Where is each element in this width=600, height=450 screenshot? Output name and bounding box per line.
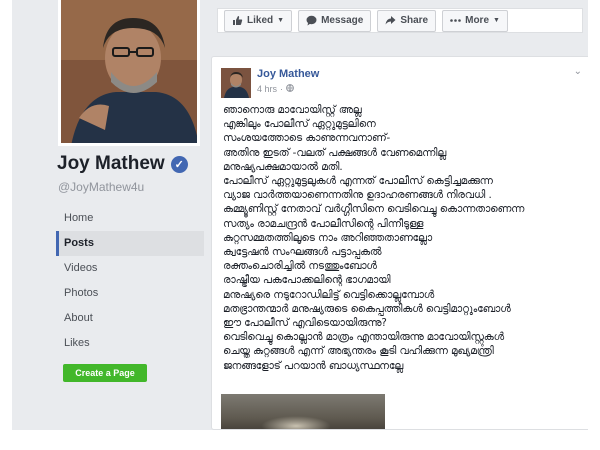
nav-item-home[interactable]: Home [56,206,204,231]
nav-item-likes[interactable]: Likes [56,331,204,356]
chevron-down-icon: ▼ [277,17,285,24]
post-line: വ്യാജ വാർത്തയാണെന്നതിനു ഉദാഹരണങ്ങൾ നിരവധ… [223,189,492,202]
nav-item-photos[interactable]: Photos [56,281,204,306]
nav-item-posts[interactable]: Posts [56,231,204,256]
page-action-bar: Liked ▼ Message Share More ▼ [217,8,583,33]
globe-icon [286,84,294,94]
avatar-image [221,68,251,98]
post-line: ഈ പോലീസ് എവിടെയായിരുന്നു? [223,317,387,330]
post-line: ജനങ്ങളോട് പറയാൻ ബാധ്യസ്ഥനല്ലേ [223,359,404,372]
page-handle: @JoyMathew4u [58,180,145,194]
chevron-down-icon: ▼ [493,17,500,24]
post-image[interactable] [221,394,385,429]
post-options-chevron-icon[interactable]: ⌄ [574,66,582,77]
post-meta: 4 hrs · [257,84,294,94]
post-line: ഞാനൊരു മാവോയിസ്റ്റ് അല്ല [223,104,362,116]
verified-badge-icon: ✓ [170,155,188,173]
thumbs-up-icon [232,15,243,26]
share-icon [385,15,396,26]
post-line: ചെയ്ത കുറ്റങ്ങൾ എന്ന് അഭ്യന്തരം കൂടി വഹി… [223,345,494,358]
message-button[interactable]: Message [298,9,372,32]
page-nav: Home Posts Videos Photos About Likes [56,206,204,356]
post-line: കമ്മ്യൂണിസ്റ്റ് നേതാവ് വർഗ്ഗീസിനെ വെടിവെ… [223,203,525,216]
post-timestamp[interactable]: 4 hrs [257,84,277,94]
post-line: എങ്കിലും പോലീസ് ഏറ്റുമുട്ടലിനെ [223,118,376,131]
share-label: Share [400,15,429,26]
post-line: മനുഷ്യപക്ഷമായാൽ മതി. [223,160,343,173]
post-line: രാഷ്ട്രീയ പകപോക്കലിന്റെ ഭാഗമായി [223,274,391,287]
message-label: Message [321,15,364,26]
post-line: മതഭ്രാന്തന്മാർ മനുഷ്യരുടെ കൈപ്പത്തികൾ വെ… [223,302,511,315]
more-dots-icon [450,15,461,26]
post-line: മനുഷ്യരെ നടുറോഡിലിട്ട് വെട്ടിക്കൊല്ലുമ്പ… [223,288,435,301]
post-line: വെടിവെച്ചു കൊല്ലാൻ മാത്രം എന്തായിരുന്നു … [223,331,504,344]
post-line: കുറ്റസമ്മതത്തിലൂടെ നാം അറിഞ്ഞതാണല്ലോ [223,231,433,244]
post-line: അതിനു ഇടത് -വലത് പക്ഷങ്ങൾ വേണമെന്നില്ല [223,146,447,159]
more-button[interactable]: More ▼ [442,9,508,32]
message-icon [306,15,317,26]
page-name-text[interactable]: Joy Mathew [57,153,165,175]
post-line: പോലീസ് ഏറ്റുമുട്ടലുകൾ എന്നത് പോലീസ് കെട്… [223,175,493,188]
avatar[interactable] [221,68,251,98]
nav-item-videos[interactable]: Videos [56,256,204,281]
profile-photo[interactable] [58,0,200,146]
nav-item-about[interactable]: About [56,306,204,331]
create-page-button[interactable]: Create a Page [63,364,147,382]
post-line: സംശയത്തോടെ കാണുന്നവനാണ്- [223,132,391,145]
liked-button[interactable]: Liked ▼ [224,9,293,32]
page-title[interactable]: Joy Mathew ✓ [57,153,188,175]
separator-dot: · [280,84,284,94]
post-line: സത്യം രാമചന്ദ്രൻ പോലീസിന്റെ പിന്നീടുള്ള [223,217,424,230]
post-line: രക്തംചൊരിച്ചിൽ നടത്തുംബോൾ [223,260,377,273]
post-card: Joy Mathew 4 hrs · ⌄ ഞാനൊരു മാവോയിസ്റ്റ്… [211,56,588,430]
profile-photo-image [61,0,197,143]
share-button[interactable]: Share [377,9,437,32]
post-author-link[interactable]: Joy Mathew [257,68,319,80]
more-label: More [465,15,490,26]
facebook-page: Joy Mathew ✓ @JoyMathew4u Home Posts Vid… [12,0,588,430]
post-body: ഞാനൊരു മാവോയിസ്റ്റ് അല്ല എങ്കിലും പോലീസ്… [223,103,583,373]
post-line: ക്വട്ടേഷൻ സംഘങ്ങൾ പട്ടാപ്പകൽ [223,246,382,259]
liked-label: Liked [247,15,274,26]
